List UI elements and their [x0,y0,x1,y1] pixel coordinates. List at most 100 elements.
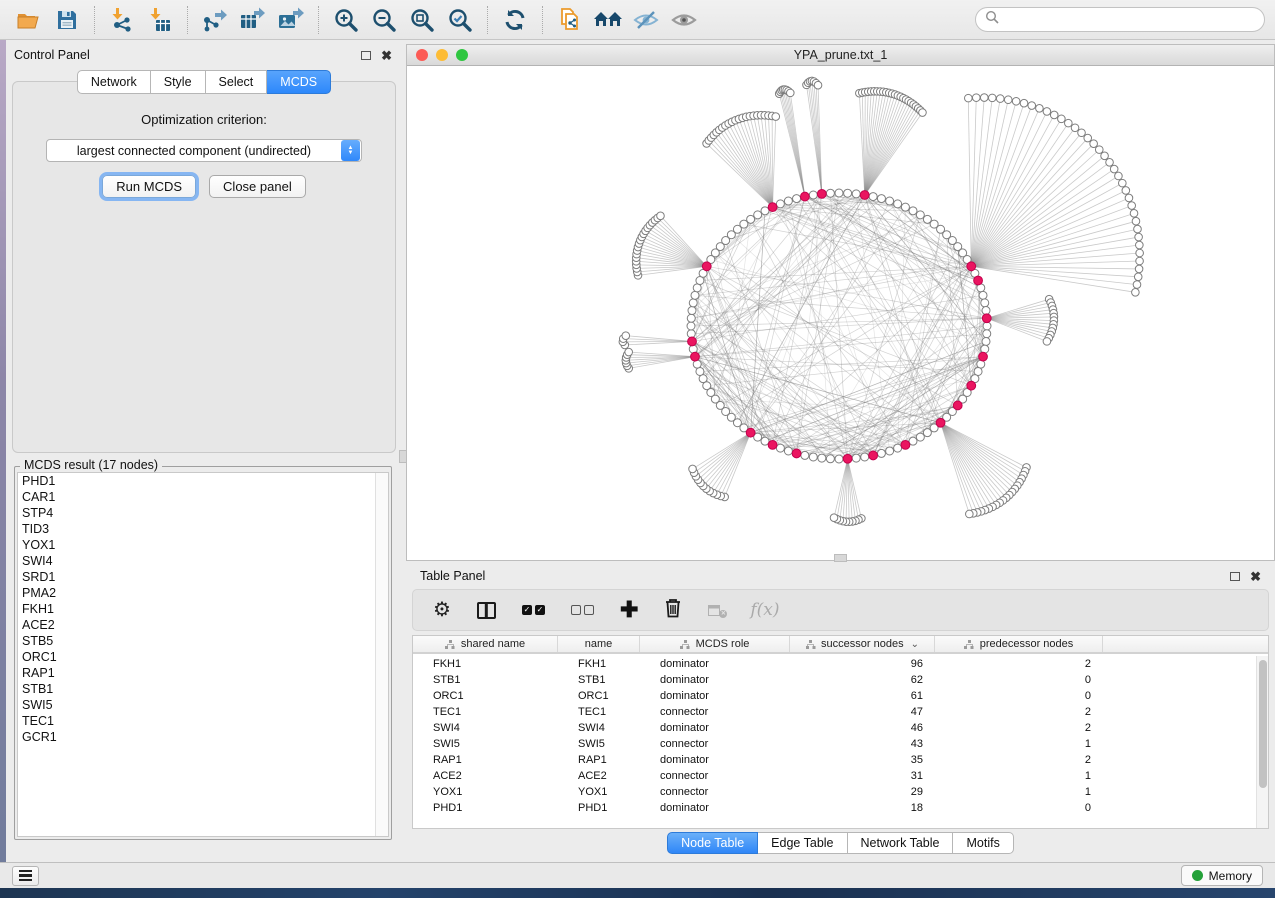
cell-shared-name[interactable]: TEC1 [413,706,558,718]
table-row[interactable]: PHD1PHD1dominator180 [413,800,1256,816]
show-all-button[interactable] [665,3,703,37]
cell-shared-name[interactable]: FKH1 [413,658,558,670]
open-file-button[interactable] [10,3,48,37]
table-row[interactable]: RAP1RAP1dominator352 [413,752,1256,768]
vertical-splitter-grip[interactable] [399,450,407,463]
table-row[interactable]: SWI4SWI4dominator462 [413,720,1256,736]
cell-shared-name[interactable]: ORC1 [413,690,558,702]
show-columns-button[interactable] [477,602,496,619]
cell-predecessor-nodes[interactable]: 2 [935,722,1103,734]
mcds-result-item[interactable]: FKH1 [18,601,375,617]
cell-name[interactable]: ORC1 [558,690,640,702]
search-field[interactable] [975,7,1265,32]
cell-MCDS-role[interactable]: connector [640,786,790,798]
float-table-panel-icon[interactable] [1230,572,1240,581]
tab-node-table[interactable]: Node Table [667,832,758,854]
mcds-result-item[interactable]: CAR1 [18,489,375,505]
column-header-predecessor-nodes[interactable]: predecessor nodes [935,636,1103,652]
cell-name[interactable]: ACE2 [558,770,640,782]
mcds-result-scrollbar[interactable] [375,473,388,836]
delete-column-button[interactable] [664,597,682,623]
table-row[interactable]: STB1STB1dominator620 [413,672,1256,688]
cell-name[interactable]: RAP1 [558,754,640,766]
export-image-button[interactable] [272,3,310,37]
search-input[interactable] [999,13,1255,27]
add-column-button[interactable]: ✚ [620,599,638,621]
cell-predecessor-nodes[interactable]: 1 [935,738,1103,750]
cell-predecessor-nodes[interactable]: 0 [935,674,1103,686]
cell-name[interactable]: STB1 [558,674,640,686]
table-row[interactable]: ACE2ACE2connector311 [413,768,1256,784]
mcds-result-item[interactable]: SWI4 [18,553,375,569]
cell-shared-name[interactable]: SWI4 [413,722,558,734]
cell-successor-nodes[interactable]: 43 [790,738,935,750]
delete-table-button[interactable]: ✕ [708,605,724,616]
import-table-button[interactable] [141,3,179,37]
cell-name[interactable]: SWI4 [558,722,640,734]
cell-MCDS-role[interactable]: dominator [640,658,790,670]
cell-MCDS-role[interactable]: dominator [640,802,790,814]
cell-predecessor-nodes[interactable]: 2 [935,706,1103,718]
tab-motifs[interactable]: Motifs [953,832,1013,854]
share-network-button[interactable] [551,3,589,37]
mcds-result-item[interactable]: ACE2 [18,617,375,633]
network-canvas[interactable] [407,66,1274,560]
deselect-all-rows-button[interactable] [571,605,594,615]
cell-successor-nodes[interactable]: 46 [790,722,935,734]
cell-MCDS-role[interactable]: dominator [640,722,790,734]
cell-MCDS-role[interactable]: connector [640,706,790,718]
mcds-result-item[interactable]: STB5 [18,633,375,649]
cell-shared-name[interactable]: SWI5 [413,738,558,750]
close-table-panel-icon[interactable]: ✖ [1250,570,1261,583]
zoom-in-button[interactable] [327,3,365,37]
cell-successor-nodes[interactable]: 61 [790,690,935,702]
column-header-successor-nodes[interactable]: successor nodes⌄ [790,636,935,652]
cell-predecessor-nodes[interactable]: 0 [935,802,1103,814]
optimization-criterion-dropdown[interactable]: largest connected component (undirected)… [46,139,362,162]
mcds-result-item[interactable]: PMA2 [18,585,375,601]
cell-name[interactable]: SWI5 [558,738,640,750]
tab-network-table[interactable]: Network Table [848,832,954,854]
cell-shared-name[interactable]: RAP1 [413,754,558,766]
table-row[interactable]: FKH1FKH1dominator962 [413,656,1256,672]
first-neighbors-button[interactable] [589,3,627,37]
cell-predecessor-nodes[interactable]: 1 [935,786,1103,798]
cell-shared-name[interactable]: STB1 [413,674,558,686]
cell-shared-name[interactable]: YOX1 [413,786,558,798]
mcds-result-item[interactable]: STB1 [18,681,375,697]
cell-successor-nodes[interactable]: 47 [790,706,935,718]
zoom-fit-button[interactable] [403,3,441,37]
mcds-result-item[interactable]: SRD1 [18,569,375,585]
float-panel-icon[interactable] [361,51,371,60]
cell-successor-nodes[interactable]: 31 [790,770,935,782]
cell-predecessor-nodes[interactable]: 2 [935,658,1103,670]
save-session-button[interactable] [48,3,86,37]
function-builder-button[interactable]: f(x) [750,600,779,620]
export-network-button[interactable] [196,3,234,37]
import-network-button[interactable] [103,3,141,37]
table-row[interactable]: ORC1ORC1dominator610 [413,688,1256,704]
refresh-layout-button[interactable] [496,3,534,37]
cell-shared-name[interactable]: PHD1 [413,802,558,814]
mcds-result-item[interactable]: TID3 [18,521,375,537]
cell-name[interactable]: TEC1 [558,706,640,718]
cell-predecessor-nodes[interactable]: 2 [935,754,1103,766]
tab-edge-table[interactable]: Edge Table [758,832,847,854]
network-graph[interactable] [407,66,1274,560]
task-history-button[interactable] [12,866,39,886]
network-titlebar[interactable]: YPA_prune.txt_1 [407,45,1274,66]
tab-select[interactable]: Select [206,70,268,94]
cell-MCDS-role[interactable]: dominator [640,690,790,702]
cell-predecessor-nodes[interactable]: 1 [935,770,1103,782]
zoom-selected-button[interactable] [441,3,479,37]
cell-name[interactable]: YOX1 [558,786,640,798]
horizontal-splitter-grip[interactable] [834,554,847,562]
mcds-result-item[interactable]: PHD1 [18,473,375,489]
cell-name[interactable]: FKH1 [558,658,640,670]
tab-mcds[interactable]: MCDS [267,70,331,94]
cell-successor-nodes[interactable]: 29 [790,786,935,798]
memory-button[interactable]: Memory [1181,865,1263,886]
close-panel-button[interactable]: Close panel [209,175,306,198]
table-row[interactable]: SWI5SWI5connector431 [413,736,1256,752]
select-all-rows-button[interactable]: ✓✓ [522,605,545,615]
